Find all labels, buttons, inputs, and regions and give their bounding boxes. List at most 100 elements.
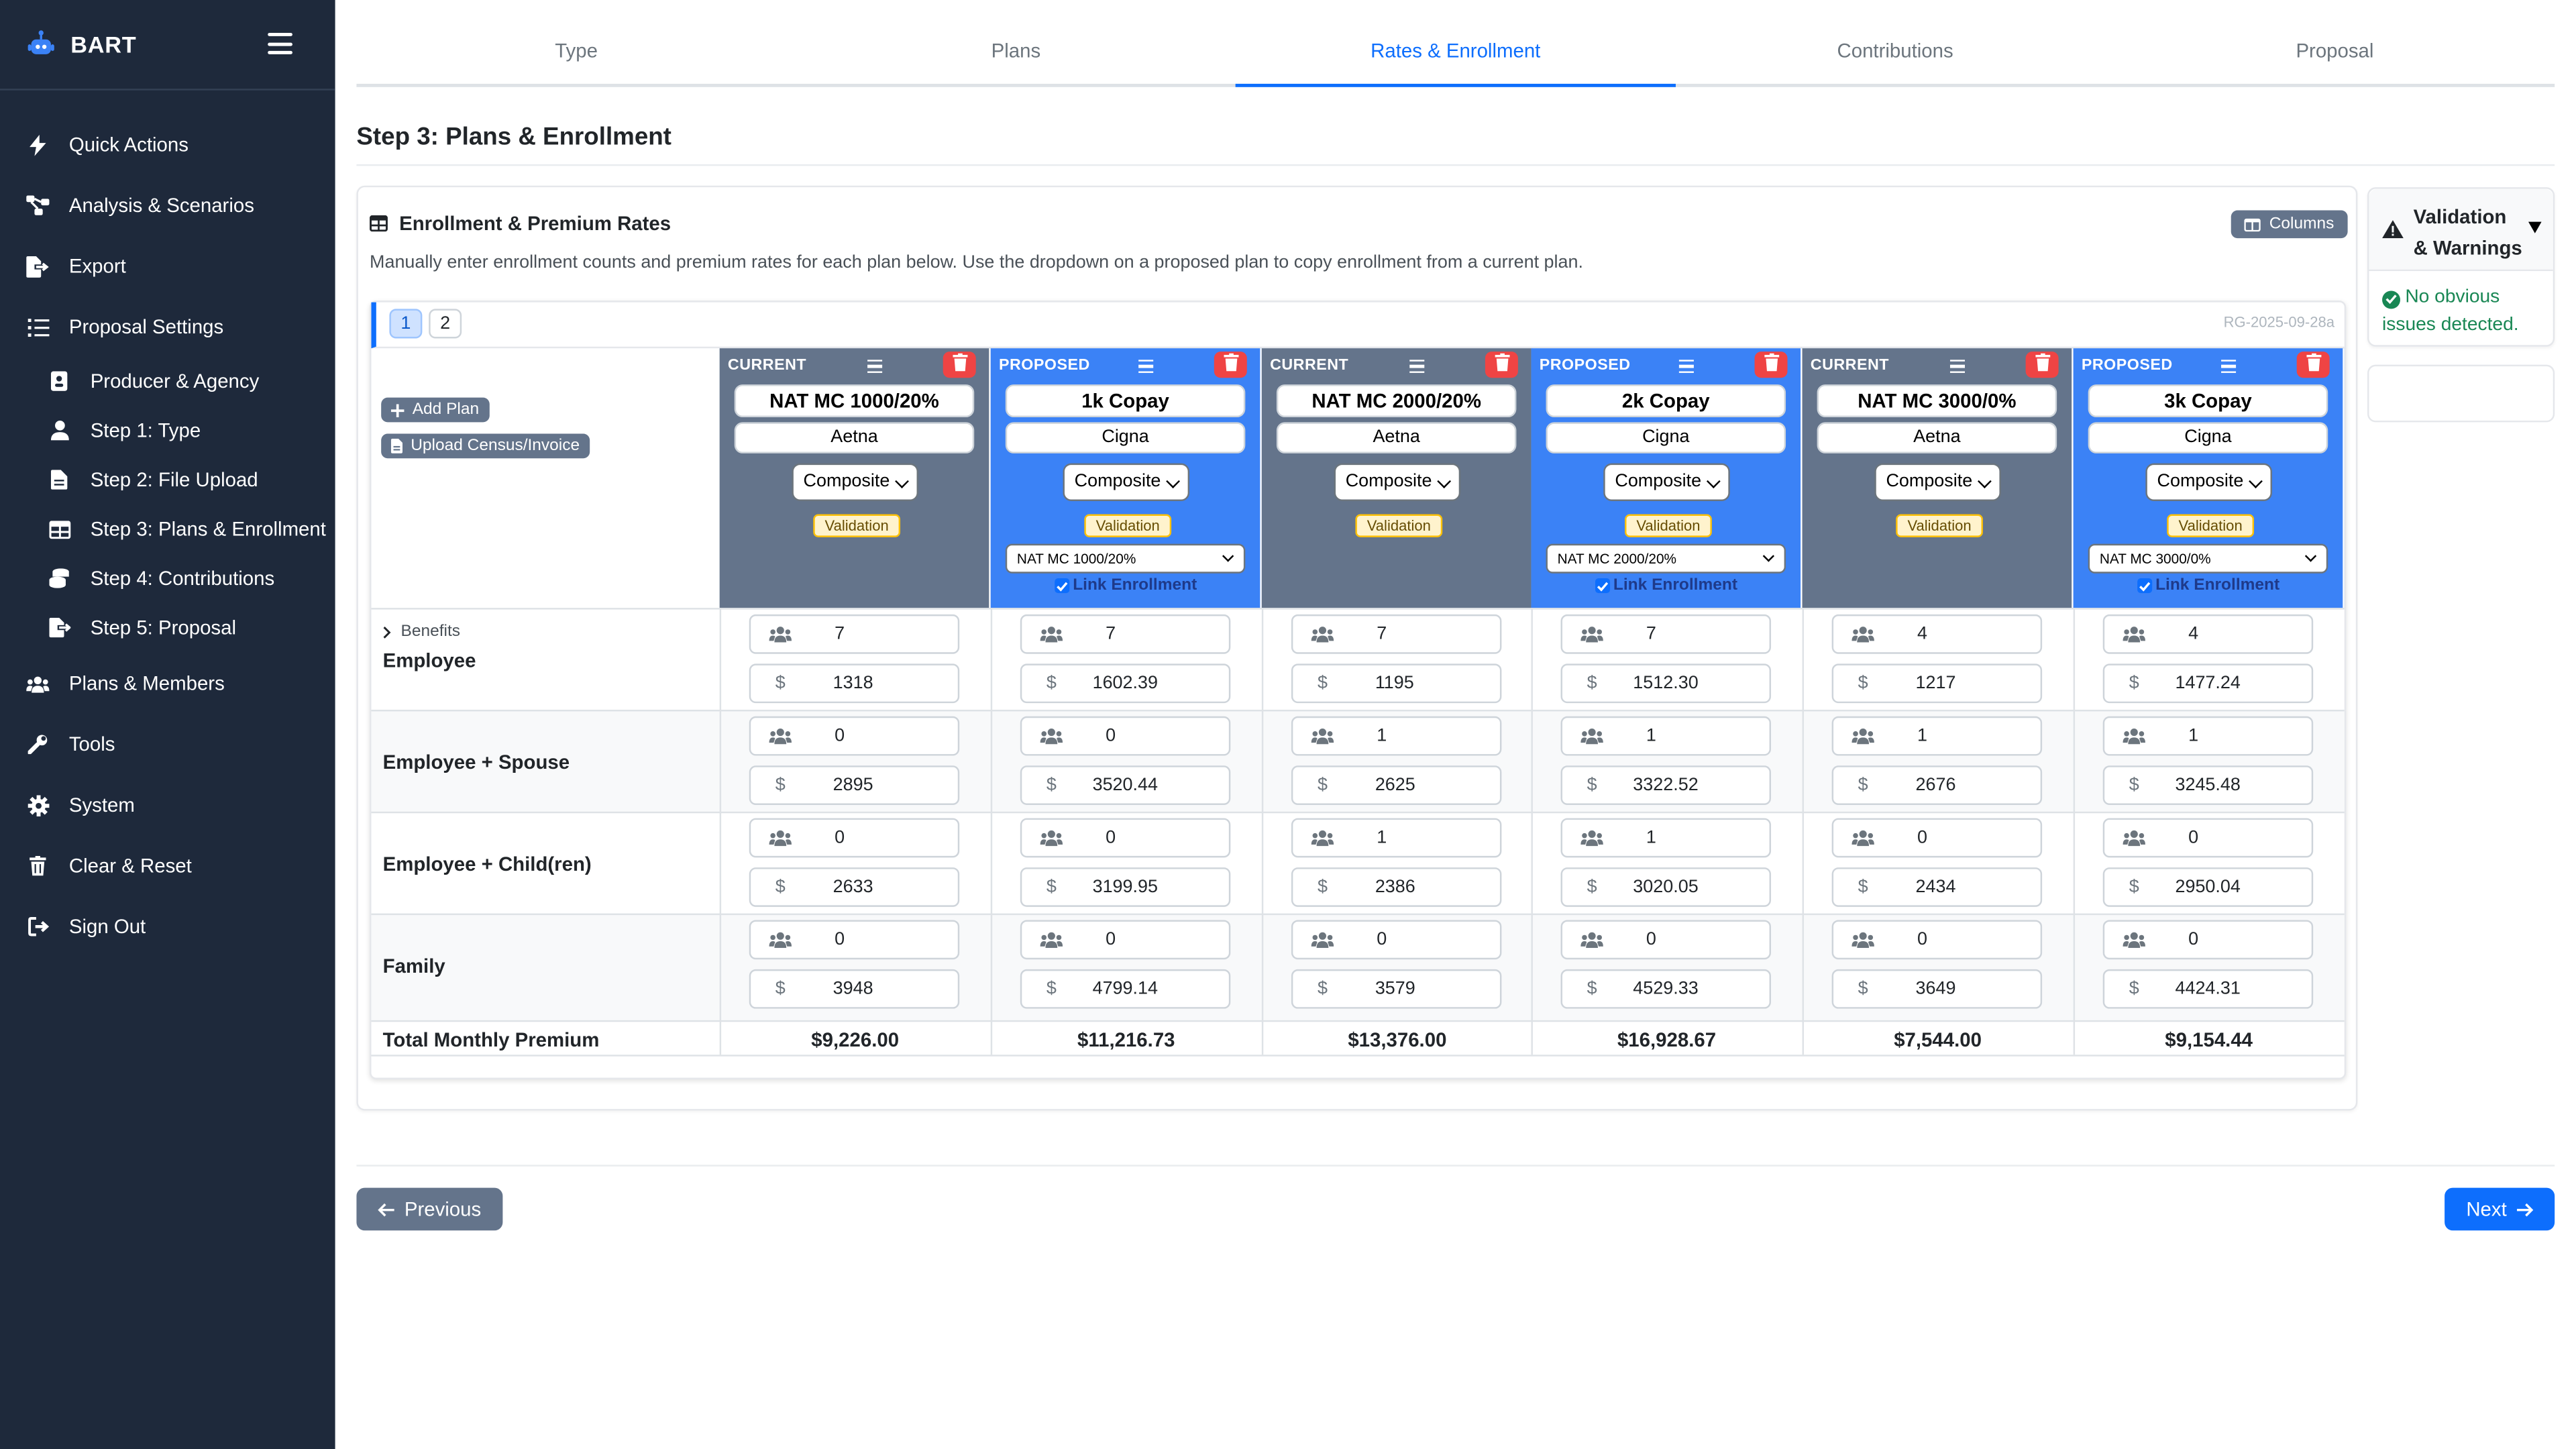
benefits-toggle[interactable]: Benefits [383,623,460,641]
enrollment-count-input[interactable]: 0 [1020,716,1231,756]
tab-proposal[interactable]: Proposal [2115,16,2555,83]
sidebar-item-analysis[interactable]: Analysis & Scenarios [0,184,335,227]
validation-badge[interactable]: Validation [1625,514,1712,537]
enrollment-count-input[interactable]: 0 [749,920,960,960]
premium-rate-input[interactable]: $3520.44 [1020,765,1231,806]
premium-rate-input[interactable]: $2386 [1291,867,1502,907]
enrollment-count-input[interactable]: 0 [1560,920,1772,960]
sidebar-item-quick-actions[interactable]: Quick Actions [0,123,335,166]
enrollment-count-input[interactable]: 0 [1831,818,2043,858]
carrier-input[interactable]: Cigna [1005,422,1246,453]
drag-handle-icon[interactable] [1678,360,1694,373]
rate-type-select[interactable]: Composite [1063,463,1190,501]
add-plan-button[interactable]: Add Plan [381,397,489,423]
delete-plan-button[interactable] [2296,352,2330,378]
drag-handle-icon[interactable] [1949,360,1966,373]
enrollment-count-input[interactable]: 0 [2102,920,2314,960]
page-button-1[interactable]: 1 [389,309,423,339]
enrollment-count-input[interactable]: 1 [1291,716,1502,756]
page-button-2[interactable]: 2 [429,309,462,339]
plan-name-input[interactable]: 2k Copay [1546,384,1786,418]
link-enrollment-checkbox[interactable]: Link Enrollment [1055,577,1197,595]
delete-plan-button[interactable] [2025,352,2059,378]
plan-name-input[interactable]: NAT MC 2000/20% [1276,384,1517,418]
enrollment-count-input[interactable]: 1 [1560,716,1772,756]
sidebar-item-plans-members[interactable]: Plans & Members [0,662,335,705]
sidebar-item-step2[interactable]: Step 2: File Upload [0,458,335,501]
sidebar-item-sign-out[interactable]: Sign Out [0,905,335,948]
enrollment-count-input[interactable]: 1 [1831,716,2043,756]
premium-rate-input[interactable]: $3020.05 [1560,867,1772,907]
sidebar-item-export[interactable]: Export [0,245,335,288]
tab-contributions[interactable]: Contributions [1675,16,2114,83]
sidebar-item-step1[interactable]: Step 1: Type [0,409,335,452]
premium-rate-input[interactable]: $3579 [1291,969,1502,1009]
premium-rate-input[interactable]: $3245.48 [2102,765,2314,806]
delete-plan-button[interactable] [943,352,976,378]
enrollment-count-input[interactable]: 0 [1831,920,2043,960]
carrier-input[interactable]: Aetna [1817,422,2057,453]
plan-name-input[interactable]: NAT MC 1000/20% [734,384,975,418]
carrier-input[interactable]: Cigna [2088,422,2328,453]
carrier-input[interactable]: Aetna [1276,422,1517,453]
drag-handle-icon[interactable] [2221,360,2237,373]
enrollment-count-input[interactable]: 1 [2102,716,2314,756]
premium-rate-input[interactable]: $2633 [749,867,960,907]
next-button[interactable]: Next [2445,1187,2555,1231]
enrollment-count-input[interactable]: 0 [1291,920,1502,960]
validation-badge[interactable]: Validation [813,514,901,537]
premium-rate-input[interactable]: $1195 [1291,663,1502,704]
rate-type-select[interactable]: Composite [792,463,918,501]
sidebar-item-tools[interactable]: Tools [0,723,335,766]
enrollment-count-input[interactable]: 7 [749,614,960,654]
premium-rate-input[interactable]: $2676 [1831,765,2043,806]
link-enrollment-checkbox[interactable]: Link Enrollment [2137,577,2279,595]
enrollment-count-input[interactable]: 0 [749,716,960,756]
tab-plans[interactable]: Plans [796,16,1236,83]
premium-rate-input[interactable]: $2895 [749,765,960,806]
delete-plan-button[interactable] [1754,352,1788,378]
enrollment-count-input[interactable]: 7 [1020,614,1231,654]
premium-rate-input[interactable]: $4799.14 [1020,969,1231,1009]
premium-rate-input[interactable]: $1318 [749,663,960,704]
premium-rate-input[interactable]: $2950.04 [2102,867,2314,907]
rate-type-select[interactable]: Composite [1603,463,1730,501]
enrollment-count-input[interactable]: 0 [749,818,960,858]
copy-enrollment-select[interactable]: NAT MC 2000/20% [1546,543,1786,574]
premium-rate-input[interactable]: $1477.24 [2102,663,2314,704]
tab-rates-enrollment[interactable]: Rates & Enrollment [1236,16,1675,87]
columns-button[interactable]: Columns [2231,210,2348,239]
drag-handle-icon[interactable] [1409,360,1425,373]
enrollment-count-input[interactable]: 7 [1291,614,1502,654]
menu-toggle-icon[interactable] [268,32,292,54]
premium-rate-input[interactable]: $4424.31 [2102,969,2314,1009]
sidebar-item-clear-reset[interactable]: Clear & Reset [0,845,335,888]
premium-rate-input[interactable]: $1512.30 [1560,663,1772,704]
link-enrollment-checkbox[interactable]: Link Enrollment [1595,577,1737,595]
sidebar-item-system[interactable]: System [0,784,335,826]
premium-rate-input[interactable]: $1602.39 [1020,663,1231,704]
tab-type[interactable]: Type [356,16,796,83]
validation-badge[interactable]: Validation [2167,514,2255,537]
premium-rate-input[interactable]: $3948 [749,969,960,1009]
validation-badge[interactable]: Validation [1084,514,1172,537]
drag-handle-icon[interactable] [1138,360,1154,373]
enrollment-count-input[interactable]: 1 [1560,818,1772,858]
validation-badge[interactable]: Validation [1355,514,1443,537]
sidebar-item-proposal-settings[interactable]: Proposal Settings [0,306,335,349]
delete-plan-button[interactable] [1214,352,1247,378]
enrollment-count-input[interactable]: 4 [2102,614,2314,654]
delete-plan-button[interactable] [1485,352,1518,378]
upload-census-button[interactable]: Upload Census/Invoice [381,433,590,459]
validation-badge[interactable]: Validation [1896,514,1983,537]
premium-rate-input[interactable]: $4529.33 [1560,969,1772,1009]
sidebar-item-step3[interactable]: Step 3: Plans & Enrollment [0,508,335,551]
enrollment-count-input[interactable]: 1 [1291,818,1502,858]
copy-enrollment-select[interactable]: NAT MC 3000/0% [2088,543,2328,574]
plan-name-input[interactable]: 1k Copay [1005,384,1246,418]
carrier-input[interactable]: Aetna [734,422,975,453]
plan-name-input[interactable]: 3k Copay [2088,384,2328,418]
validation-header[interactable]: Validation & Warnings [2369,189,2553,272]
premium-rate-input[interactable]: $3649 [1831,969,2043,1009]
rate-type-select[interactable]: Composite [2145,463,2272,501]
